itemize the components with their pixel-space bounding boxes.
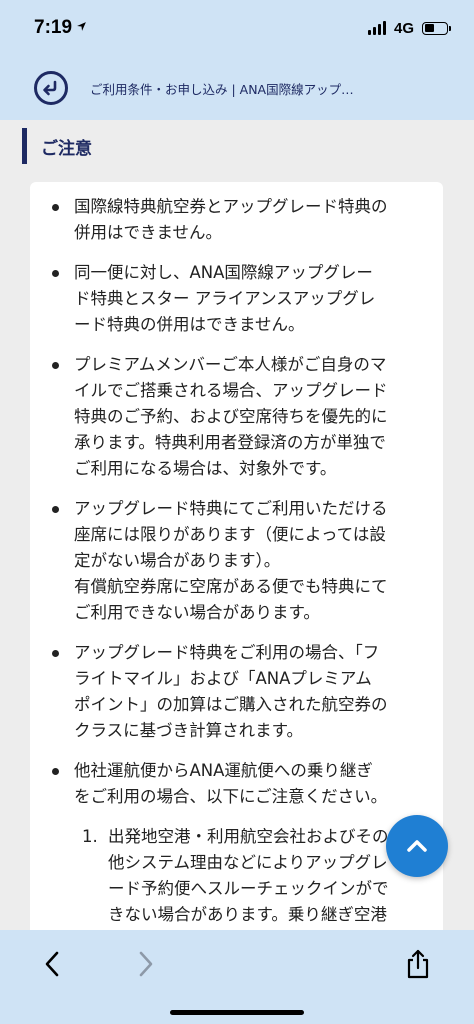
list-item: 同一便に対し、ANA国際線アップグレー ド特典とスター アライアンスアップグレ … (52, 260, 423, 338)
status-time: 7:19 (34, 17, 87, 39)
list-item: アップグレード特典にてご利用いただける 座席には限りがあります（便によっては設 … (52, 496, 423, 626)
notes-list: 国際線特典航空券とアップグレード特典の 併用はできません。 同一便に対し、ANA… (52, 194, 423, 928)
browser-forward-button[interactable] (126, 944, 166, 984)
location-arrow-icon (76, 21, 87, 35)
sub-item-text: 出発地空港・利用航空会社およびその 他システム理由などによりアップグレ ード予約… (108, 827, 389, 924)
status-time-text: 7:19 (34, 17, 73, 38)
section-title: ご注意 (41, 138, 92, 159)
back-button[interactable] (34, 71, 68, 105)
share-icon (407, 949, 429, 979)
sub-list-item: 1. 出発地空港・利用航空会社およびその 他システム理由などによりアップグレ ー… (74, 824, 423, 928)
browser-toolbar (0, 930, 474, 1024)
list-item: アップグレード特典をご利用の場合、「フ ライトマイル」および「ANAプレミアム … (52, 640, 423, 744)
chevron-left-icon (45, 951, 59, 977)
list-item: 他社運航便からANA運航便への乗り継ぎ をご利用の場合、以下にご注意ください。 … (52, 758, 423, 928)
chevron-right-icon (139, 951, 153, 977)
note-text: プレミアムメンバーご本人様がご自身のマ イルでご搭乗される場合、アップグレード … (74, 355, 388, 478)
scroll-to-top-button[interactable] (386, 815, 448, 877)
section-heading: ご注意 (22, 128, 92, 164)
list-item: 国際線特典航空券とアップグレード特典の 併用はできません。 (52, 194, 423, 246)
page-title: ご利用条件・お申し込み | ANA国際線アップ… (90, 81, 354, 97)
note-text: 同一便に対し、ANA国際線アップグレー ド特典とスター アライアンスアップグレ … (74, 263, 376, 334)
note-text: 国際線特典航空券とアップグレード特典の 併用はできません。 (74, 197, 388, 242)
browser-back-button[interactable] (32, 944, 72, 984)
sub-notes-list: 1. 出発地空港・利用航空会社およびその 他システム理由などによりアップグレ ー… (74, 824, 423, 928)
notes-card: 国際線特典航空券とアップグレード特典の 併用はできません。 同一便に対し、ANA… (30, 182, 443, 942)
cellular-signal-icon (367, 21, 386, 35)
network-type: 4G (393, 19, 414, 37)
chevron-up-icon (407, 840, 427, 852)
note-text: アップグレード特典にてご利用いただける 座席には限りがあります（便によっては設 … (74, 499, 388, 622)
status-bar: 7:19 4G (0, 0, 474, 56)
list-item: プレミアムメンバーご本人様がご自身のマ イルでご搭乗される場合、アップグレード … (52, 352, 423, 482)
share-button[interactable] (398, 944, 438, 984)
back-arrow-circle-icon (43, 80, 57, 96)
note-text: 他社運航便からANA運航便への乗り継ぎ をご利用の場合、以下にご注意ください。 (74, 761, 388, 806)
note-text: アップグレード特典をご利用の場合、「フ ライトマイル」および「ANAプレミアム … (74, 643, 388, 740)
nav-header: ご利用条件・お申し込み | ANA国際線アップ… (0, 56, 474, 120)
section-accent-bar (22, 128, 27, 164)
battery-icon (422, 21, 451, 35)
sub-item-number: 1. (82, 827, 98, 846)
status-indicators: 4G (367, 19, 451, 37)
home-indicator (170, 1010, 304, 1015)
